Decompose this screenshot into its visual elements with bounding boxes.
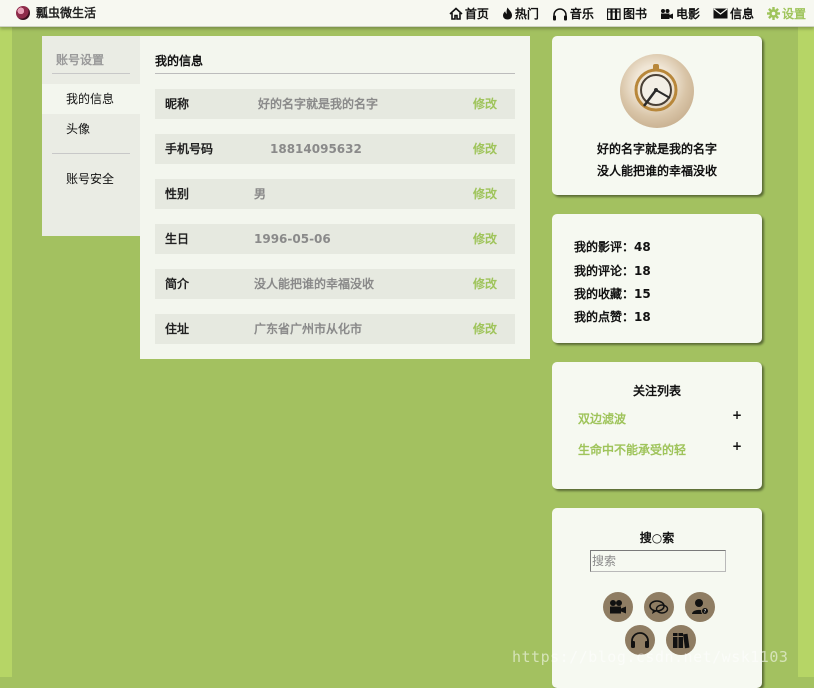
info-value: 广东省广州市从化市: [254, 322, 363, 336]
nav-books-label: 图书: [622, 7, 647, 21]
settings-side-menu: 账号设置 我的信息 头像 账号安全: [42, 36, 140, 236]
info-row-phone: 手机号码 18814095632 修改: [155, 134, 515, 164]
info-row-gender: 性别 男 修改: [155, 179, 515, 209]
info-label: 简介: [165, 277, 190, 291]
follow-item[interactable]: 双边滤波: [578, 410, 626, 427]
info-value: 1996-05-06: [254, 232, 331, 246]
pocket-watch-icon: [634, 64, 678, 112]
follow-expand-button[interactable]: +: [732, 439, 742, 453]
edit-nickname-link[interactable]: 修改: [473, 89, 497, 119]
avatar[interactable]: [620, 54, 694, 128]
info-label: 住址: [165, 322, 190, 336]
chat-bubbles-icon: [649, 599, 669, 614]
info-value: 男: [254, 187, 267, 201]
page-frame-right: [798, 27, 814, 677]
edit-gender-link[interactable]: 修改: [473, 179, 497, 209]
side-divider: [52, 153, 130, 154]
follow-list-title: 关注列表: [632, 384, 681, 398]
brand-name: 瓢虫微生活: [36, 6, 97, 20]
brand[interactable]: 瓢虫微生活: [16, 4, 96, 21]
info-value: 没人能把谁的幸福没收: [254, 277, 375, 291]
stat-favorites[interactable]: 我的收藏：15: [574, 285, 651, 302]
info-label: 生日: [165, 232, 190, 246]
comment-category-button[interactable]: [644, 592, 674, 622]
flame-icon: [502, 7, 513, 20]
nav-settings-label: 设置: [781, 7, 806, 21]
side-item-avatar[interactable]: 头像: [42, 114, 140, 144]
follow-expand-button[interactable]: +: [732, 408, 742, 422]
ladybug-logo-icon: [16, 5, 30, 20]
info-label: 手机号码: [165, 142, 214, 156]
nav-messages[interactable]: 信息: [713, 5, 754, 22]
edit-birthday-link[interactable]: 修改: [473, 224, 497, 254]
stat-value: 48: [634, 240, 651, 254]
headphones-icon: [631, 632, 649, 648]
info-value: 好的名字就是我的名字: [258, 97, 379, 111]
title-divider: [155, 73, 515, 74]
search-title: 搜○索: [639, 531, 675, 545]
books-icon: [673, 632, 690, 648]
edit-phone-link[interactable]: 修改: [473, 134, 497, 164]
books-icon: [606, 7, 621, 20]
top-navbar: 瓢虫微生活 首页 热门 音乐 图书 电影 信息 设置: [0, 0, 814, 27]
info-label: 昵称: [165, 97, 190, 111]
stat-label: 我的影评：: [574, 240, 635, 254]
info-row-birthday: 生日 1996-05-06 修改: [155, 224, 515, 254]
info-row-address: 住址 广东省广州市从化市 修改: [155, 314, 515, 344]
nav-music[interactable]: 音乐: [552, 5, 594, 22]
video-camera-icon: [610, 600, 626, 614]
home-icon: [449, 7, 463, 20]
nav-music-label: 音乐: [569, 7, 594, 21]
video-camera-icon: [660, 8, 674, 20]
user-help-button[interactable]: ?: [685, 592, 715, 622]
svg-text:?: ?: [704, 609, 707, 615]
stat-likes[interactable]: 我的点赞：18: [574, 308, 651, 325]
stat-comments[interactable]: 我的评论：18: [574, 262, 651, 279]
stat-value: 18: [634, 310, 651, 324]
envelope-icon: [713, 8, 728, 19]
edit-address-link[interactable]: 修改: [473, 314, 497, 344]
search-input[interactable]: [590, 550, 726, 572]
headphones-icon: [552, 7, 568, 21]
follow-item[interactable]: 生命中不能承受的轻: [578, 441, 686, 458]
stat-value: 15: [634, 287, 651, 301]
side-divider: [52, 73, 130, 74]
stat-label: 我的收藏：: [574, 287, 635, 301]
watermark: https://blog.csdn.net/wsk1103: [512, 648, 789, 666]
side-item-account-security[interactable]: 账号安全: [42, 164, 140, 194]
nav-settings[interactable]: 设置: [766, 5, 806, 22]
stats-card: 我的影评：48 我的评论：18 我的收藏：15 我的点赞：18: [552, 214, 762, 343]
stat-reviews[interactable]: 我的影评：48: [574, 238, 651, 255]
main-nav: 首页 热门 音乐 图书 电影 信息 设置: [449, 5, 806, 22]
info-row-bio: 简介 没人能把谁的幸福没收 修改: [155, 269, 515, 299]
nav-home[interactable]: 首页: [449, 5, 489, 22]
info-value: 18814095632: [270, 142, 362, 156]
page-title: 我的信息: [155, 54, 204, 68]
info-label: 性别: [165, 187, 190, 201]
profile-card: 好的名字就是我的名字 没人能把谁的幸福没收: [552, 36, 762, 195]
profile-bio: 没人能把谁的幸福没收: [596, 164, 717, 178]
nav-books[interactable]: 图书: [606, 5, 647, 22]
nav-hot-label: 热门: [514, 7, 539, 21]
follow-list-card: 关注列表 双边滤波 + 生命中不能承受的轻 +: [552, 362, 762, 489]
nav-movies-label: 电影: [675, 7, 700, 21]
nav-messages-label: 信息: [729, 7, 754, 21]
info-row-nickname: 昵称 好的名字就是我的名字 修改: [155, 89, 515, 119]
side-menu-title: 账号设置: [56, 53, 105, 67]
page-frame-left: [0, 27, 12, 677]
gear-icon: [766, 7, 780, 20]
movie-category-button[interactable]: [603, 592, 633, 622]
profile-name: 好的名字就是我的名字: [596, 142, 717, 156]
stat-value: 18: [634, 264, 651, 278]
edit-bio-link[interactable]: 修改: [473, 269, 497, 299]
nav-home-label: 首页: [464, 7, 489, 21]
nav-movies[interactable]: 电影: [660, 5, 700, 22]
user-help-icon: ?: [692, 599, 709, 615]
stat-label: 我的评论：: [574, 264, 635, 278]
nav-hot[interactable]: 热门: [502, 5, 539, 22]
stat-label: 我的点赞：: [574, 310, 635, 324]
side-item-my-info[interactable]: 我的信息: [42, 84, 140, 114]
my-info-panel: 我的信息 昵称 好的名字就是我的名字 修改 手机号码 18814095632 修…: [140, 36, 530, 359]
